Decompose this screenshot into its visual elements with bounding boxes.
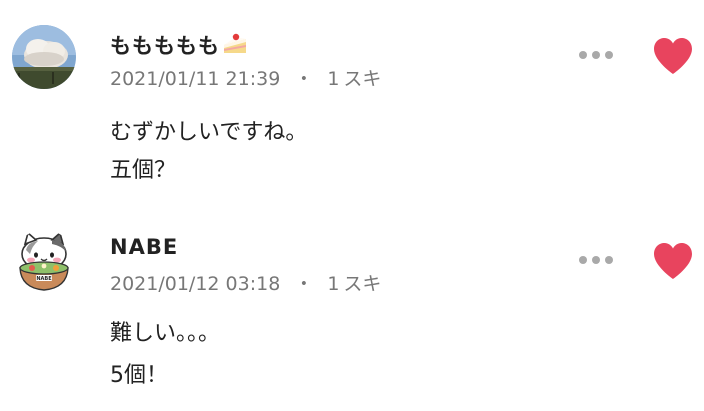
user-avatar[interactable]: NABE xyxy=(12,230,76,294)
comment-date: 2021/01/11 21:39 xyxy=(110,68,281,90)
comment-meta: 2021/01/12 03:18 ・ 1 スキ xyxy=(110,269,381,296)
comment-body-line: むずかしいですね。 xyxy=(110,120,308,145)
comment-body-line: 5個！ xyxy=(110,363,168,388)
shortcake-icon xyxy=(222,33,248,60)
cat-nabe-avatar-icon: NABE xyxy=(12,230,76,294)
comment-date: 2021/01/12 03:18 xyxy=(110,273,281,295)
more-dot-icon xyxy=(579,256,587,264)
more-dot-icon xyxy=(605,256,613,264)
like-label: スキ xyxy=(343,68,382,90)
user-name[interactable]: NABE xyxy=(110,235,178,259)
like-count: 1 xyxy=(327,273,340,295)
comment-body-line: 難しい。。。 xyxy=(110,321,221,346)
heart-icon xyxy=(654,38,692,74)
comment-item: NABE NABE 2021/01/12 03:18 ・ 1 スキ 難しい。。。 5個… xyxy=(0,205,704,411)
more-options-button[interactable] xyxy=(578,254,614,266)
svg-text:NABE: NABE xyxy=(36,276,52,282)
more-dot-icon xyxy=(592,256,600,264)
comment-meta: 2021/01/11 21:39 ・ 1 スキ xyxy=(110,64,381,91)
user-name[interactable]: ももももも xyxy=(110,30,248,60)
comment-body-line: 五個？ xyxy=(110,158,177,183)
more-dot-icon xyxy=(605,51,613,59)
meta-separator: ・ xyxy=(294,273,314,295)
like-heart-button[interactable] xyxy=(652,241,694,281)
comment-item: ももももも 2021/01/11 21:39 ・ 1 スキ むずかしいですね。 五個？ xyxy=(0,0,704,205)
user-name-text: ももももも xyxy=(110,34,220,58)
like-heart-button[interactable] xyxy=(652,36,694,76)
more-dot-icon xyxy=(579,51,587,59)
more-options-button[interactable] xyxy=(578,49,614,61)
heart-icon xyxy=(654,243,692,279)
like-label: スキ xyxy=(343,273,382,295)
meta-separator: ・ xyxy=(294,68,314,90)
more-dot-icon xyxy=(592,51,600,59)
user-avatar[interactable] xyxy=(12,25,76,89)
like-count: 1 xyxy=(327,68,340,90)
cloud-landscape-avatar-icon xyxy=(12,25,76,89)
